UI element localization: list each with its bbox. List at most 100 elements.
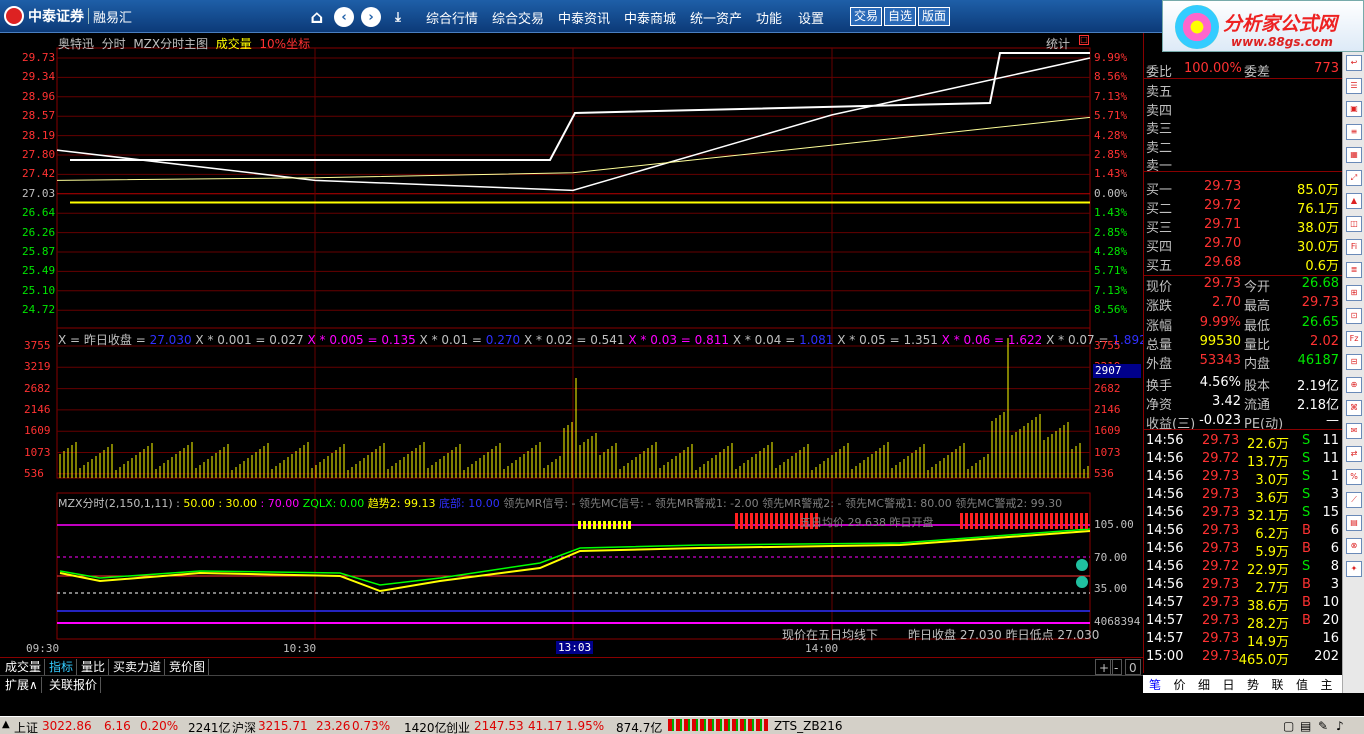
toolbar-icon[interactable]: ⇄: [1346, 446, 1362, 462]
menu-assets[interactable]: 统一资产: [690, 8, 742, 27]
close-icon[interactable]: □: [1079, 35, 1089, 45]
menu-settings[interactable]: 设置: [798, 8, 824, 27]
volume-label-left[interactable]: 3755: [24, 339, 51, 352]
price-label-right[interactable]: 9.99%: [1094, 51, 1127, 64]
toolbar-icon[interactable]: ≡: [1346, 124, 1362, 140]
coordinate-mode[interactable]: 10%坐标: [259, 37, 310, 51]
right-tab[interactable]: 势: [1247, 676, 1259, 693]
toolbar-icon[interactable]: ▦: [1346, 147, 1362, 163]
tab-indicator[interactable]: 指标: [46, 659, 78, 675]
right-tab[interactable]: 笔: [1149, 676, 1161, 693]
menu-news[interactable]: 中泰资讯: [558, 8, 610, 27]
right-tab[interactable]: 价: [1174, 676, 1186, 693]
tab-expand[interactable]: 扩展∧: [2, 677, 42, 693]
toolbar-icon[interactable]: ⊗: [1346, 538, 1362, 554]
promo-banner[interactable]: 分析家公式网 www.88gs.com: [1162, 0, 1364, 52]
tab-volume-ratio[interactable]: 量比: [78, 659, 110, 675]
price-label-left[interactable]: 25.10: [22, 284, 55, 297]
indicator-label[interactable]: 4068394: [1094, 615, 1140, 628]
menu-function[interactable]: 功能: [756, 8, 782, 27]
price-label-right[interactable]: 8.56%: [1094, 303, 1127, 316]
toolbar-icon[interactable]: ⤢: [1346, 170, 1362, 186]
volume-label-right[interactable]: 536: [1094, 467, 1114, 480]
toolbar-icon[interactable]: ▣: [1346, 101, 1362, 117]
stat-button[interactable]: 统计: [1046, 35, 1070, 52]
price-label-right[interactable]: 1.43%: [1094, 167, 1127, 180]
tab-related-quotes[interactable]: 关联报价: [46, 677, 102, 693]
menu-market[interactable]: 综合行情: [426, 8, 478, 27]
price-label-right[interactable]: 0.00%: [1094, 187, 1127, 200]
tab-buy-sell-force[interactable]: 买卖力道: [110, 659, 166, 675]
back-icon[interactable]: ‹: [334, 7, 354, 27]
toolbar-icon[interactable]: %: [1346, 469, 1362, 485]
right-tab[interactable]: 日: [1223, 676, 1235, 693]
price-label-left[interactable]: 25.49: [22, 264, 55, 277]
toolbar-icon[interactable]: ▲: [1346, 193, 1362, 209]
menu-mall[interactable]: 中泰商城: [624, 8, 676, 27]
price-label-right[interactable]: 5.71%: [1094, 264, 1127, 277]
toolbar-icon[interactable]: ◫: [1346, 216, 1362, 232]
price-label-left[interactable]: 24.72: [22, 303, 55, 316]
toolbar-icon[interactable]: Fz: [1346, 331, 1362, 347]
watchlist-button[interactable]: 自选: [884, 7, 917, 26]
volume-label-left[interactable]: 2682: [24, 382, 51, 395]
layout-button[interactable]: 版面: [918, 7, 951, 26]
price-label-left[interactable]: 25.87: [22, 245, 55, 258]
toolbar-icon[interactable]: ⌘: [1346, 400, 1362, 416]
reset-button[interactable]: 0: [1125, 659, 1141, 675]
price-label-right[interactable]: 7.13%: [1094, 90, 1127, 103]
tab-auction[interactable]: 竞价图: [166, 659, 210, 675]
right-tab[interactable]: 值: [1296, 676, 1308, 693]
wrench-icon[interactable]: ✎: [1318, 719, 1328, 733]
indicator-label[interactable]: 35.00: [1094, 582, 1127, 595]
toolbar-icon[interactable]: ⊟: [1346, 354, 1362, 370]
price-label-left[interactable]: 26.26: [22, 226, 55, 239]
price-label-right[interactable]: 5.71%: [1094, 109, 1127, 122]
volume-label-left[interactable]: 3219: [24, 360, 51, 373]
volume-label-right[interactable]: 1073: [1094, 446, 1121, 459]
volume-label-left[interactable]: 2146: [24, 403, 51, 416]
volume-label-right[interactable]: 2146: [1094, 403, 1121, 416]
sh-label[interactable]: 上证: [14, 719, 38, 734]
volume-label-right[interactable]: 2682: [1094, 382, 1121, 395]
hs-label[interactable]: 沪深: [232, 719, 256, 734]
price-label-right[interactable]: 4.28%: [1094, 129, 1127, 142]
price-label-left[interactable]: 29.73: [22, 51, 55, 64]
toolbar-icon[interactable]: ↩: [1346, 55, 1362, 71]
right-tab[interactable]: 细: [1198, 676, 1210, 693]
price-label-left[interactable]: 26.64: [22, 206, 55, 219]
toolbar-icon[interactable]: ✦: [1346, 561, 1362, 577]
price-label-left[interactable]: 29.34: [22, 70, 55, 83]
price-label-left[interactable]: 28.19: [22, 129, 55, 142]
toolbar-icon[interactable]: ⊡: [1346, 308, 1362, 324]
toolbar-icon[interactable]: ≣: [1346, 262, 1362, 278]
chat-icon[interactable]: ▤: [1300, 719, 1311, 733]
price-label-right[interactable]: 8.56%: [1094, 70, 1127, 83]
volume-label-left[interactable]: 1073: [24, 446, 51, 459]
price-label-left[interactable]: 27.42: [22, 167, 55, 180]
toolbar-icon[interactable]: ✉: [1346, 423, 1362, 439]
volume-toggle[interactable]: 成交量: [216, 37, 252, 51]
toolbar-icon[interactable]: ☰: [1346, 78, 1362, 94]
trade-button[interactable]: 交易: [850, 7, 883, 26]
price-label-right[interactable]: 2.85%: [1094, 148, 1127, 161]
price-label-right[interactable]: 7.13%: [1094, 284, 1127, 297]
indicator-label[interactable]: 70.00: [1094, 551, 1127, 564]
download-icon[interactable]: ⤓: [388, 7, 408, 27]
toolbar-icon[interactable]: ⊕: [1346, 377, 1362, 393]
toolbar-icon[interactable]: ⟋: [1346, 492, 1362, 508]
indicator-label[interactable]: 105.00: [1094, 518, 1134, 531]
toolbar-icon[interactable]: ▤: [1346, 515, 1362, 531]
window-icon[interactable]: ▢: [1283, 719, 1294, 733]
right-tab[interactable]: 主: [1321, 676, 1333, 693]
toolbar-icon[interactable]: ⊞: [1346, 285, 1362, 301]
volume-label-left[interactable]: 1609: [24, 424, 51, 437]
volume-label-left[interactable]: 536: [24, 467, 44, 480]
intraday-chart[interactable]: [0, 33, 1143, 673]
volume-label-right[interactable]: 1609: [1094, 424, 1121, 437]
cy-label[interactable]: 创业: [446, 719, 470, 734]
forward-icon[interactable]: ›: [361, 7, 381, 27]
bell-icon[interactable]: ♪: [1336, 719, 1344, 733]
home-icon[interactable]: ⌂: [307, 7, 327, 28]
zoom-out-button[interactable]: -: [1110, 659, 1123, 675]
